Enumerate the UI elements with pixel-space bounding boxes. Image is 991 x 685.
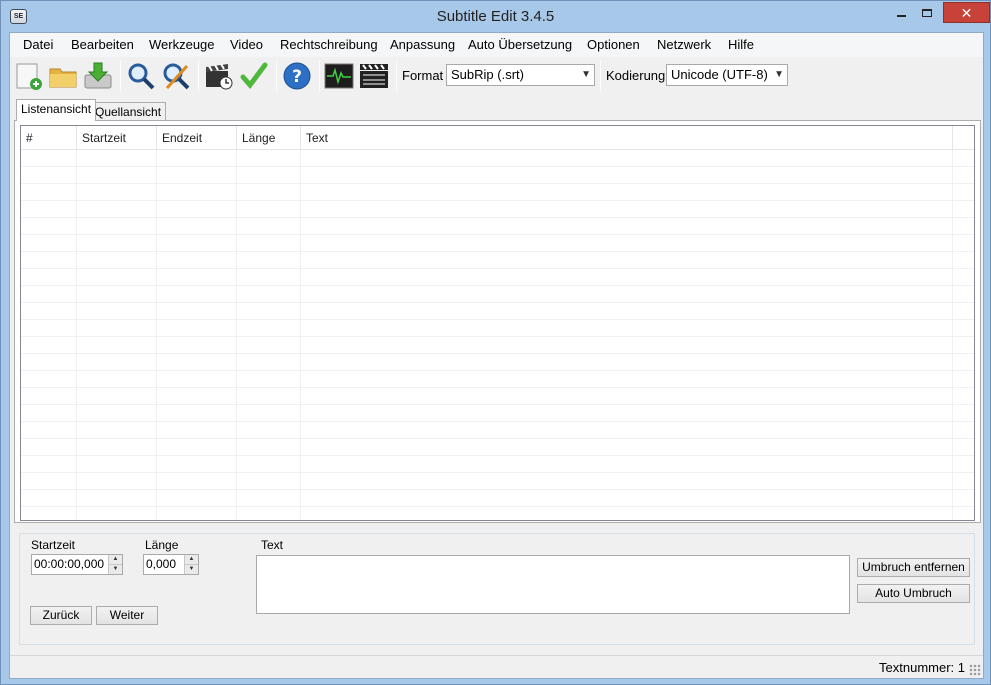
next-button[interactable]: Weiter — [96, 606, 158, 625]
chevron-down-icon: ▼ — [581, 69, 591, 80]
app-window: SE Subtitle Edit 3.4.5 ✕ Datei Bearbeite… — [0, 0, 991, 685]
subtitle-text-area[interactable] — [256, 555, 850, 614]
start-time-label: Startzeit — [31, 538, 76, 552]
menu-video[interactable]: Video — [230, 37, 263, 52]
tab-list-view[interactable]: Listenansicht — [16, 99, 97, 121]
help-icon: ? — [283, 62, 311, 90]
duration-label: Länge — [145, 538, 179, 552]
arrow-down-icon[interactable]: ▼ — [185, 564, 198, 573]
replace-button[interactable] — [160, 60, 192, 92]
status-bar: Textnummer: 1 — [10, 655, 983, 678]
subtitle-grid[interactable]: # Startzeit Endzeit Länge Text — [20, 125, 975, 521]
menu-rechtschreibung[interactable]: Rechtschreibung — [280, 37, 378, 52]
download-button[interactable] — [82, 60, 114, 92]
close-button[interactable]: ✕ — [943, 2, 990, 23]
encoding-label: Kodierung — [606, 68, 666, 83]
column-header-duration[interactable]: Länge — [237, 126, 301, 150]
menu-bar: Datei Bearbeiten Werkzeuge Video Rechtsc… — [10, 33, 983, 57]
toolbar-separator — [396, 61, 397, 91]
text-label: Text — [261, 538, 284, 552]
list-view-panel: # Startzeit Endzeit Länge Text — [14, 120, 981, 523]
format-select[interactable]: SubRip (.srt) ▼ — [446, 64, 595, 86]
grid-body — [21, 150, 974, 520]
maximize-button[interactable] — [912, 2, 942, 23]
grid-column-divider — [300, 150, 301, 520]
video-button[interactable] — [358, 60, 390, 92]
minimize-icon — [896, 14, 906, 17]
format-select-value: SubRip (.srt) — [451, 67, 524, 82]
menu-auto-uebersetzung[interactable]: Auto Übersetzung — [468, 37, 572, 52]
auto-break-button[interactable]: Auto Umbruch — [857, 584, 970, 603]
grid-column-divider — [156, 150, 157, 520]
status-text: Textnummer: 1 — [879, 660, 965, 675]
title-bar[interactable]: SE Subtitle Edit 3.4.5 ✕ — [1, 1, 990, 32]
toolbar-separator — [198, 61, 199, 91]
menu-optionen[interactable]: Optionen — [587, 37, 640, 52]
resize-grip-icon[interactable] — [969, 664, 981, 676]
grid-column-divider — [76, 150, 77, 520]
start-time-input[interactable]: 00:00:00,000 ▲ ▼ — [31, 554, 123, 575]
replace-icon — [163, 63, 190, 90]
duration-stepper[interactable]: ▲ ▼ — [184, 555, 198, 574]
new-file-icon — [16, 63, 42, 90]
previous-button[interactable]: Zurück — [30, 606, 92, 625]
duration-input[interactable]: 0,000 ▲ ▼ — [143, 554, 199, 575]
arrow-up-icon[interactable]: ▲ — [185, 555, 198, 564]
column-header-text[interactable]: Text — [301, 126, 953, 150]
grid-header: # Startzeit Endzeit Länge Text — [21, 126, 974, 150]
encoding-select[interactable]: Unicode (UTF-8) ▼ — [666, 64, 788, 86]
menu-anpassung[interactable]: Anpassung — [390, 37, 455, 52]
find-button[interactable] — [125, 60, 157, 92]
find-icon — [128, 63, 155, 90]
visual-sync-icon — [206, 63, 233, 90]
toolbar-separator — [120, 61, 121, 91]
menu-hilfe[interactable]: Hilfe — [728, 37, 754, 52]
arrow-up-icon[interactable]: ▲ — [109, 555, 122, 564]
spell-check-button[interactable] — [238, 60, 270, 92]
video-icon — [360, 64, 388, 88]
waveform-icon — [324, 63, 354, 89]
start-time-stepper[interactable]: ▲ ▼ — [108, 555, 122, 574]
remove-line-break-button[interactable]: Umbruch entfernen — [857, 558, 970, 577]
svg-text:?: ? — [292, 67, 302, 87]
duration-value: 0,000 — [146, 557, 177, 571]
column-header-start[interactable]: Startzeit — [77, 126, 157, 150]
open-folder-icon — [49, 68, 77, 88]
menu-netzwerk[interactable]: Netzwerk — [657, 37, 711, 52]
toolbar: ? Format SubRip (.srt) ▼ Kodierung Unico… — [10, 57, 983, 95]
maximize-icon — [922, 8, 932, 17]
menu-bearbeiten[interactable]: Bearbeiten — [71, 37, 134, 52]
new-file-button[interactable] — [13, 60, 45, 92]
column-header-end[interactable]: Endzeit — [157, 126, 237, 150]
encoding-select-value: Unicode (UTF-8) — [671, 67, 768, 82]
close-icon: ✕ — [960, 5, 973, 21]
edit-panel: Startzeit 00:00:00,000 ▲ ▼ Länge 0,000 ▲ ▼… — [19, 533, 975, 645]
grid-column-divider — [952, 150, 953, 520]
spell-check-icon — [240, 62, 268, 89]
waveform-button[interactable] — [323, 60, 355, 92]
menu-werkzeuge[interactable]: Werkzeuge — [149, 37, 215, 52]
start-time-value: 00:00:00,000 — [34, 557, 105, 571]
window-title: Subtitle Edit 3.4.5 — [436, 8, 555, 25]
toolbar-separator — [319, 61, 320, 91]
open-file-button[interactable] — [47, 60, 79, 92]
arrow-down-icon[interactable]: ▼ — [109, 564, 122, 573]
visual-sync-button[interactable] — [203, 60, 235, 92]
chevron-down-icon: ▼ — [774, 69, 784, 80]
menu-datei[interactable]: Datei — [23, 37, 53, 52]
toolbar-separator — [600, 61, 601, 91]
format-label: Format — [402, 68, 444, 83]
grid-column-divider — [236, 150, 237, 520]
download-icon — [84, 62, 112, 89]
help-button[interactable]: ? — [281, 60, 313, 92]
toolbar-separator — [276, 61, 277, 91]
client-area: Datei Bearbeiten Werkzeuge Video Rechtsc… — [9, 32, 984, 679]
column-header-number[interactable]: # — [21, 126, 77, 150]
tab-source-view[interactable]: Quellansicht — [90, 102, 167, 121]
